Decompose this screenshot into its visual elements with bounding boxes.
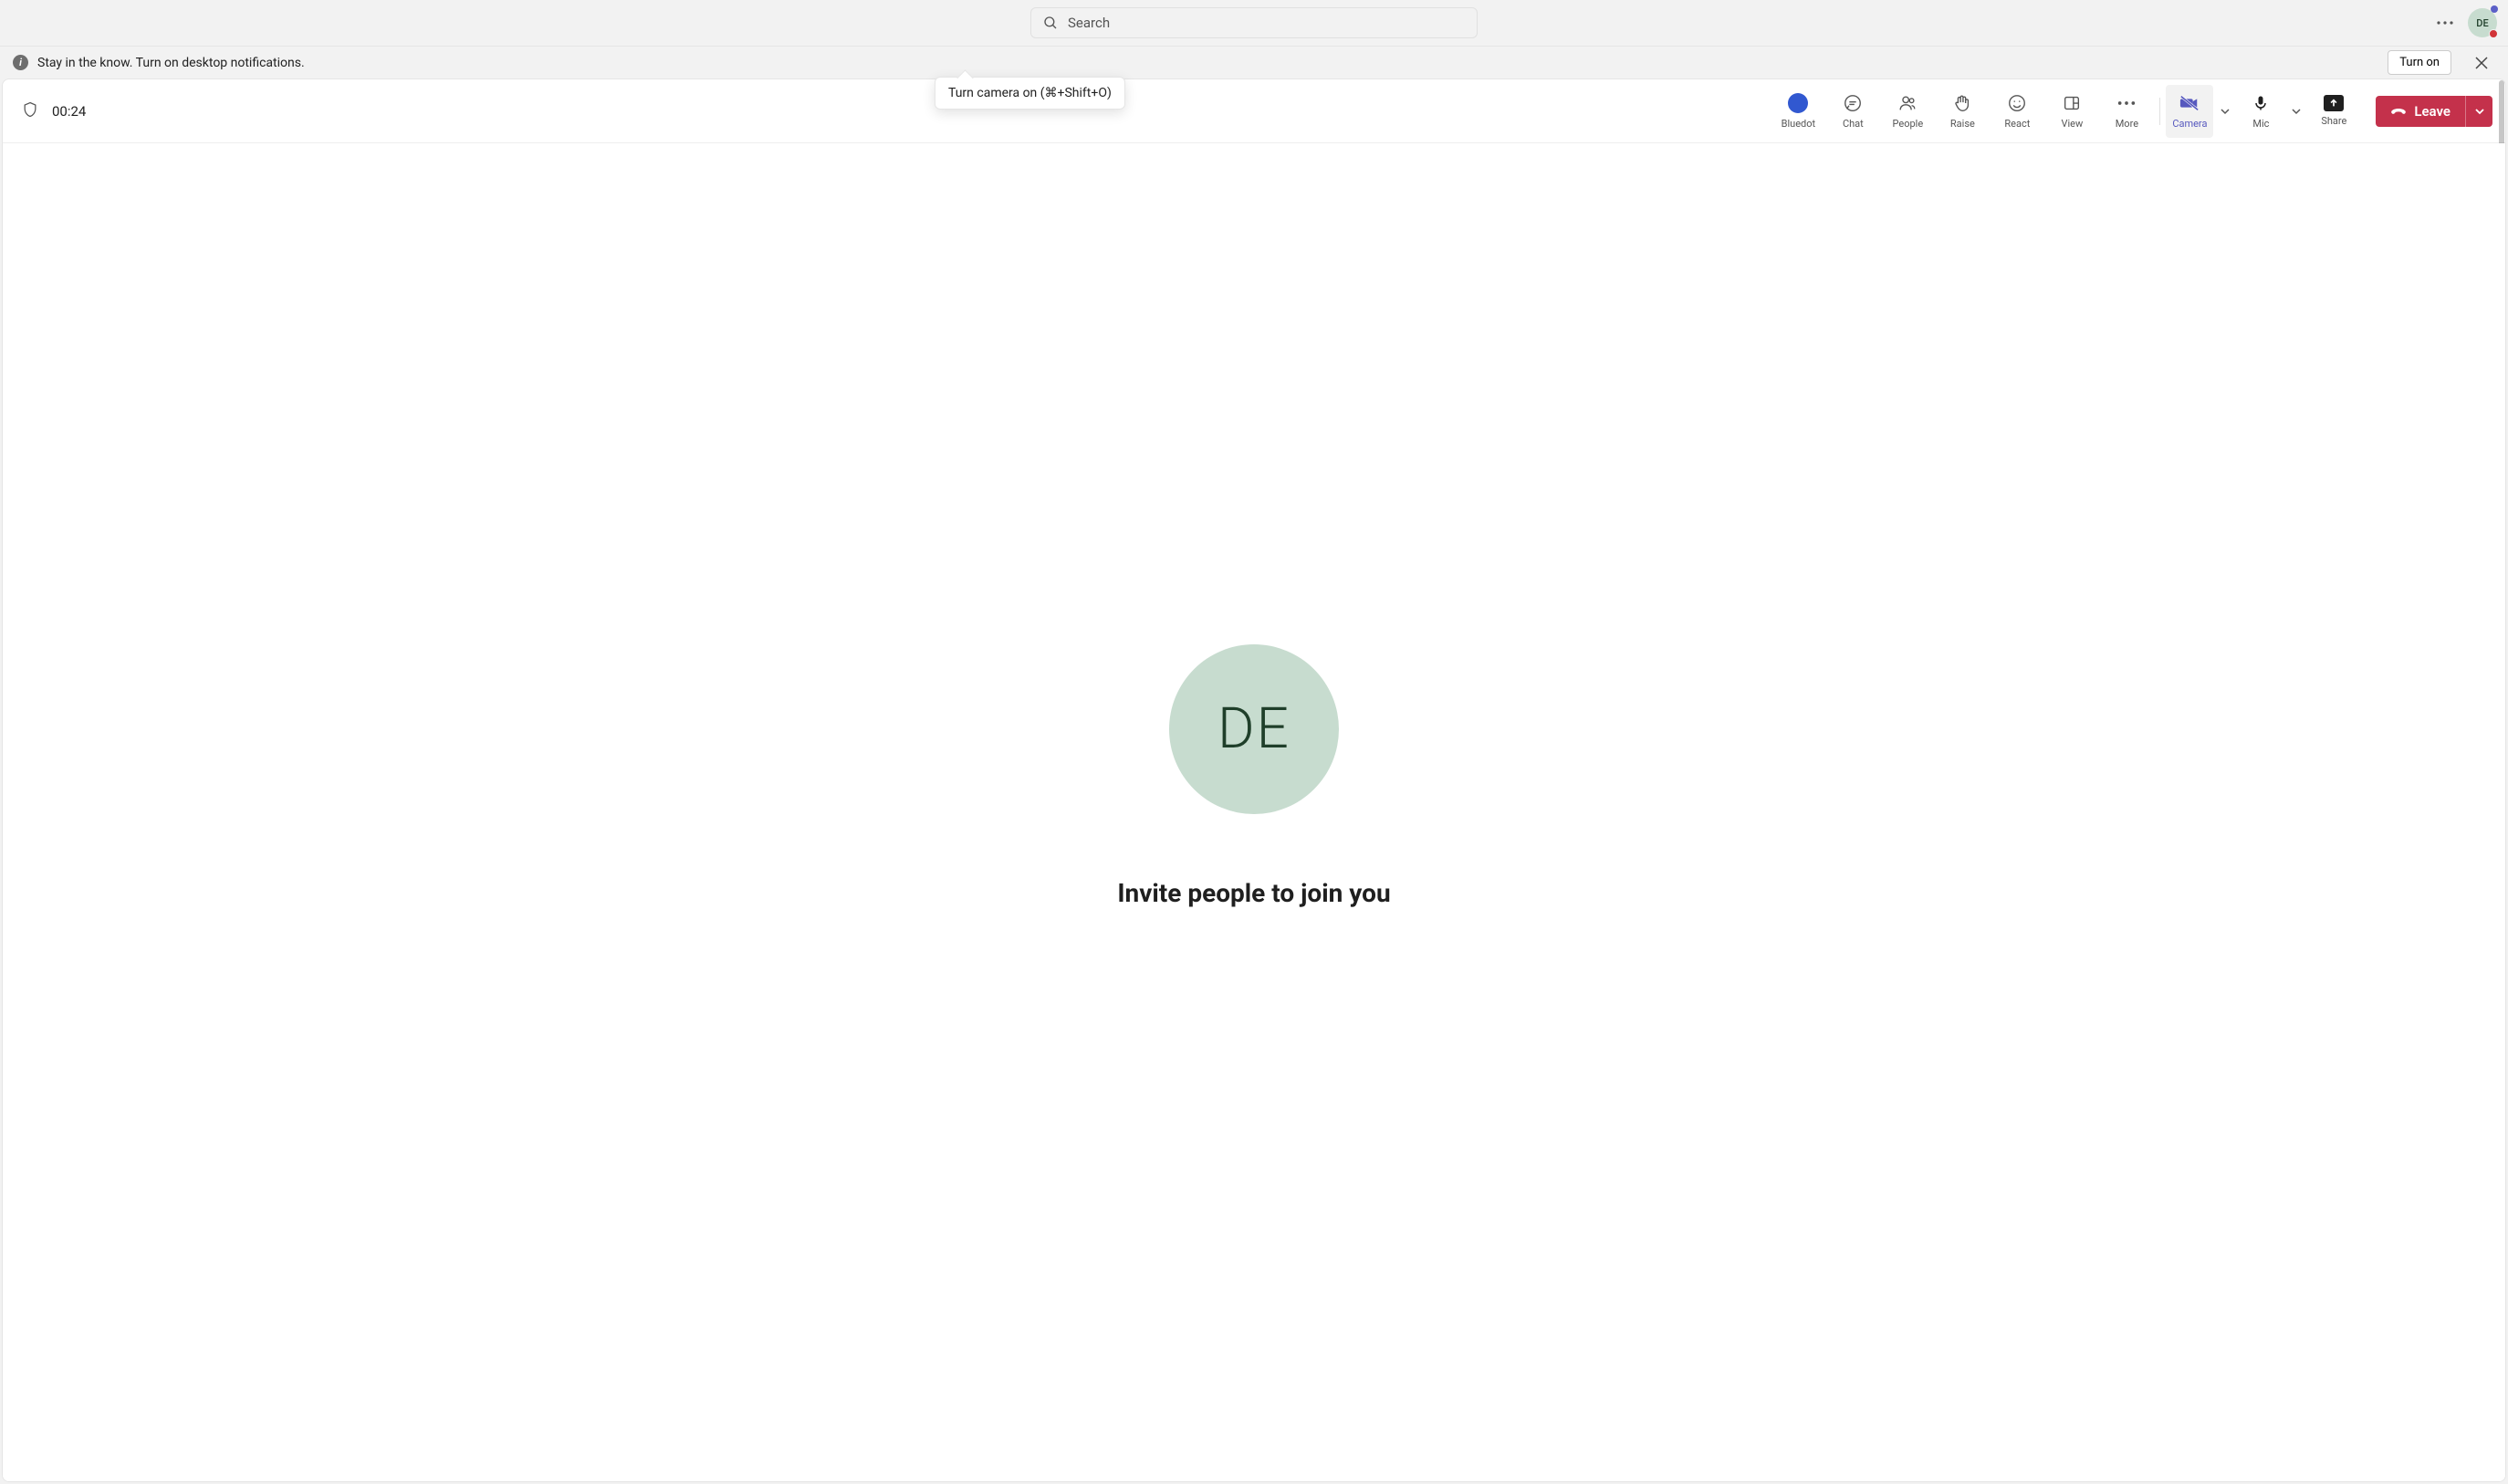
chevron-down-icon xyxy=(2291,106,2302,117)
toolbar-devices: Camera Mic Sh xyxy=(2166,85,2359,138)
participant-initials: DE xyxy=(1217,695,1291,762)
meeting-container: 00:24 Bluedot Chat People Rais xyxy=(0,78,2508,1484)
presence-indicator-red xyxy=(2489,29,2498,38)
toolbar-left: 00:24 xyxy=(8,100,86,122)
presence-indicator-blue xyxy=(2491,5,2498,13)
more-label: More xyxy=(2116,118,2138,130)
chat-icon xyxy=(1843,93,1863,113)
call-timer: 00:24 xyxy=(52,103,86,120)
header-more-button[interactable] xyxy=(2431,9,2459,37)
react-button[interactable]: React xyxy=(1990,85,2044,138)
header-right: DE xyxy=(2431,8,2497,37)
raise-hand-label: Raise xyxy=(1950,118,1975,130)
toolbar-center: Bluedot Chat People Raise React xyxy=(1771,85,2154,138)
raise-hand-icon xyxy=(1952,93,1972,113)
people-icon xyxy=(1897,93,1918,113)
meeting-toolbar: 00:24 Bluedot Chat People Rais xyxy=(3,79,2505,143)
app-header: Search DE xyxy=(0,0,2508,46)
more-button[interactable]: More xyxy=(2099,85,2154,138)
people-label: People xyxy=(1893,118,1924,130)
react-icon xyxy=(2007,93,2027,113)
more-horizontal-icon xyxy=(2437,21,2453,25)
shield-icon[interactable] xyxy=(21,100,39,122)
camera-options-button[interactable] xyxy=(2213,85,2237,138)
notification-banner: i Stay in the know. Turn on desktop noti… xyxy=(0,46,2508,78)
participant-avatar: DE xyxy=(1169,644,1339,814)
share-icon xyxy=(2324,95,2344,111)
hangup-icon xyxy=(2390,103,2407,120)
share-label: Share xyxy=(2321,115,2346,127)
leave-options-button[interactable] xyxy=(2465,96,2492,127)
search-input[interactable]: Search xyxy=(1030,7,1478,38)
profile-avatar[interactable]: DE xyxy=(2468,8,2497,37)
view-button[interactable]: View xyxy=(2044,85,2099,138)
notification-message: Stay in the know. Turn on desktop notifi… xyxy=(37,56,305,70)
mic-options-button[interactable] xyxy=(2284,85,2308,138)
view-label: View xyxy=(2061,118,2083,130)
avatar-initials: DE xyxy=(2476,17,2488,29)
people-button[interactable]: People xyxy=(1880,85,1935,138)
react-label: React xyxy=(2004,118,2030,130)
share-button[interactable]: Share xyxy=(2308,85,2359,138)
bluedot-icon xyxy=(1788,93,1808,113)
mic-button[interactable]: Mic xyxy=(2237,85,2284,138)
chat-button[interactable]: Chat xyxy=(1825,85,1880,138)
search-placeholder: Search xyxy=(1068,15,1110,31)
mic-label: Mic xyxy=(2252,118,2269,130)
camera-tooltip: Turn camera on (⌘+Shift+O) xyxy=(935,78,1125,110)
invite-heading: Invite people to join you xyxy=(1117,878,1390,908)
camera-button[interactable]: Camera xyxy=(2166,85,2213,138)
leave-label: Leave xyxy=(2414,103,2451,120)
chevron-down-icon xyxy=(2474,106,2485,117)
toolbar-divider xyxy=(2159,98,2160,125)
bluedot-button[interactable]: Bluedot xyxy=(1771,85,1825,138)
chat-label: Chat xyxy=(1843,118,1864,130)
leave-group: Leave xyxy=(2376,96,2492,127)
search-icon xyxy=(1042,15,1059,31)
mic-icon xyxy=(2252,93,2270,113)
camera-tooltip-text: Turn camera on (⌘+Shift+O) xyxy=(948,86,1112,100)
dismiss-notification-button[interactable] xyxy=(2468,49,2495,77)
leave-button[interactable]: Leave xyxy=(2376,96,2465,127)
camera-off-icon xyxy=(2179,93,2200,113)
view-icon xyxy=(2062,93,2082,113)
info-icon: i xyxy=(13,55,28,70)
meeting-card: 00:24 Bluedot Chat People Rais xyxy=(2,78,2506,1482)
bluedot-label: Bluedot xyxy=(1782,118,1816,130)
close-icon xyxy=(2475,57,2488,69)
more-icon xyxy=(2116,100,2137,106)
camera-label: Camera xyxy=(2172,118,2207,130)
chevron-down-icon xyxy=(2220,106,2231,117)
meeting-stage: DE Invite people to join you xyxy=(3,143,2505,1481)
turn-on-button[interactable]: Turn on xyxy=(2388,50,2451,75)
raise-hand-button[interactable]: Raise xyxy=(1935,85,1990,138)
